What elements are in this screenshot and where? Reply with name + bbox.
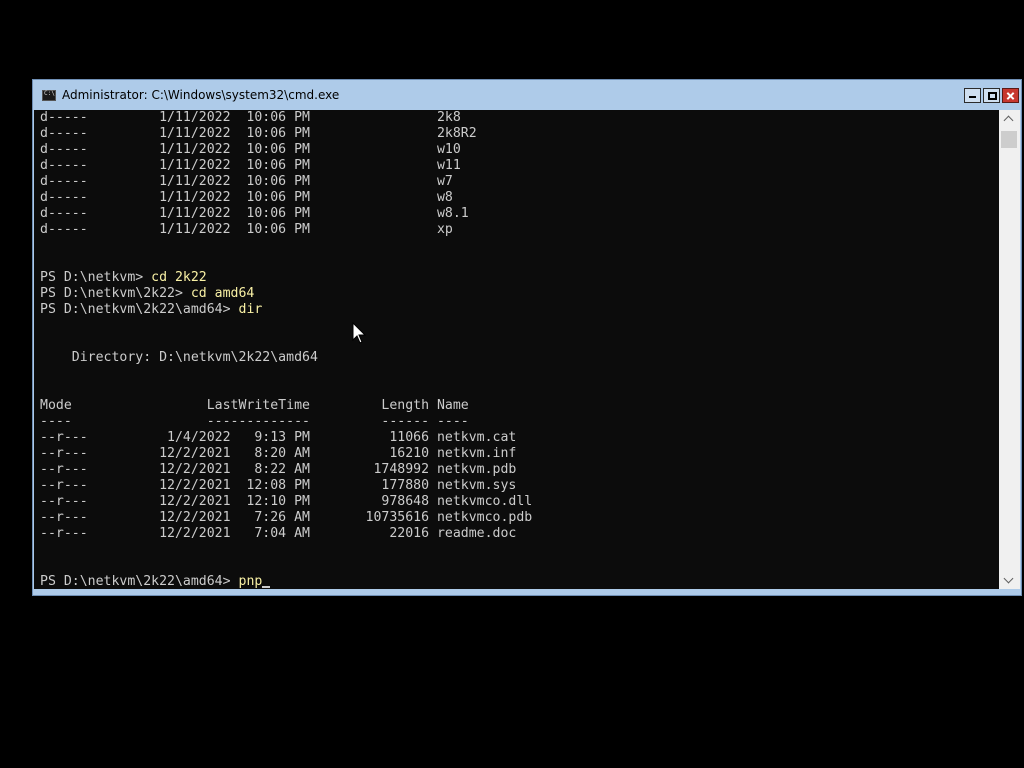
scroll-thumb[interactable] (1001, 131, 1017, 148)
prompt-line: PS D:\netkvm\2k22\amd64> pnp (40, 574, 532, 589)
output-line: d----- 1/11/2022 10:06 PM w11 (40, 158, 461, 173)
prompt-text: PS D:\netkvm\2k22\amd64> (40, 302, 239, 317)
prompt-line: PS D:\netkvm> cd 2k22 (40, 270, 532, 286)
output-line: --r--- 12/2/2021 12:10 PM 978648 netkvmc… (40, 494, 533, 509)
prompt-text: PS D:\netkvm> (40, 270, 152, 285)
output-line: --r--- 1/4/2022 9:13 PM 11066 netkvm.cat (40, 430, 517, 445)
console-output[interactable]: d----- 1/11/2022 10:06 PM 2k8 d----- 1/11… (34, 110, 1000, 589)
output-line: --r--- 12/2/2021 12:08 PM 177880 netkvm.… (40, 478, 517, 493)
cmd-icon[interactable] (42, 89, 56, 101)
text-cursor (262, 586, 271, 588)
prompt-line: PS D:\netkvm\2k22\amd64> dir (40, 302, 532, 318)
command-text: pnp (238, 574, 263, 589)
output-line: --r--- 12/2/2021 7:26 AM 10735616 netkvm… (40, 510, 533, 525)
output-line: --r--- 12/2/2021 8:22 AM 1748992 netkvm.… (40, 462, 517, 477)
minimize-icon[interactable] (964, 88, 981, 103)
close-icon[interactable] (1002, 88, 1019, 103)
output-line: d----- 1/11/2022 10:06 PM 2k8 (40, 110, 461, 125)
output-line: d----- 1/11/2022 10:06 PM 2k8R2 (40, 126, 477, 141)
command-text: cd 2k22 (151, 270, 207, 285)
scroll-up-icon[interactable] (999, 110, 1020, 127)
output-line: --r--- 12/2/2021 7:04 AM 22016 readme.do… (40, 526, 517, 541)
window-controls (964, 88, 1019, 103)
output-line: d----- 1/11/2022 10:06 PM w10 (40, 142, 461, 157)
command-text: cd amd64 (190, 286, 255, 301)
mouse-pointer-icon (352, 321, 367, 344)
vertical-scrollbar[interactable] (999, 110, 1020, 589)
prompt-text: PS D:\netkvm\2k22> (40, 286, 191, 301)
console-lines: d----- 1/11/2022 10:06 PM 2k8 d----- 1/11… (40, 110, 532, 589)
output-line: Directory: D:\netkvm\2k22\amd64 (40, 350, 318, 365)
command-text: dir (238, 302, 263, 317)
cmd-window[interactable]: Administrator: C:\Windows\system32\cmd.e… (32, 79, 1022, 596)
output-line: d----- 1/11/2022 10:06 PM w7 (40, 174, 453, 189)
output-line: d----- 1/11/2022 10:06 PM xp (40, 222, 453, 237)
output-line: ---- ------------- ------ ---- (40, 414, 469, 429)
output-line: d----- 1/11/2022 10:06 PM w8.1 (40, 206, 469, 221)
prompt-text: PS D:\netkvm\2k22\amd64> (40, 574, 239, 589)
output-line: d----- 1/11/2022 10:06 PM w8 (40, 190, 453, 205)
maximize-icon[interactable] (983, 88, 1000, 103)
scroll-down-icon[interactable] (999, 572, 1020, 589)
title-bar[interactable]: Administrator: C:\Windows\system32\cmd.e… (33, 80, 1021, 110)
prompt-line: PS D:\netkvm\2k22> cd amd64 (40, 286, 532, 302)
window-title: Administrator: C:\Windows\system32\cmd.e… (62, 88, 340, 102)
output-line: Mode LastWriteTime Length Name (40, 398, 469, 413)
output-line: --r--- 12/2/2021 8:20 AM 16210 netkvm.in… (40, 446, 517, 461)
